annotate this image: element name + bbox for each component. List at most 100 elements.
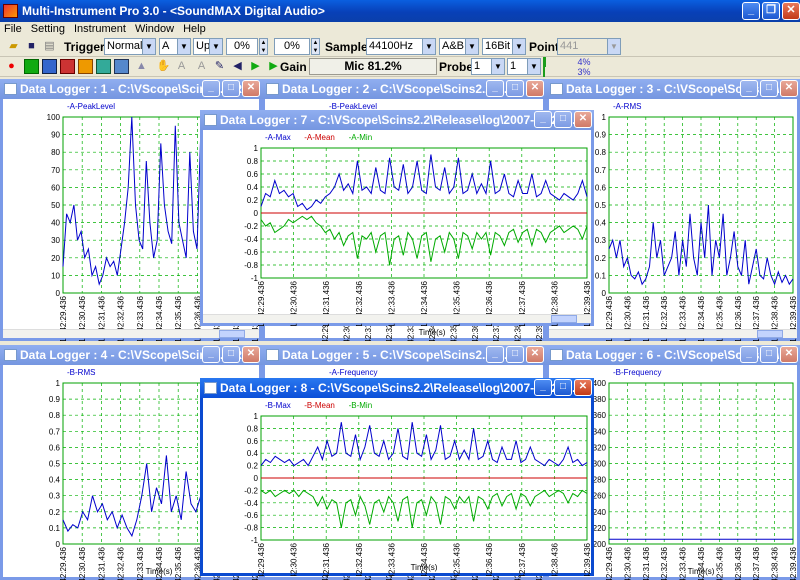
y-tick-label: -0.8 <box>244 524 258 533</box>
data-logger-window-8[interactable]: Data Logger : 8 - C:\VScope\Scins2.2\Rel… <box>200 378 594 576</box>
data-logger-icon[interactable] <box>96 59 111 74</box>
y-tick-label: 0.7 <box>49 427 61 436</box>
probe-b-select[interactable]: 1 ▼ <box>507 58 541 75</box>
x-tick-label: 19:42:32.436 <box>660 546 669 580</box>
scrollbar-thumb[interactable] <box>551 315 577 323</box>
x-tick-label: 19:42:30.436 <box>623 546 632 580</box>
horizontal-scrollbar[interactable] <box>549 329 797 338</box>
legend-item: -A-RMS <box>613 102 641 111</box>
window-minimize-button[interactable]: _ <box>486 346 504 363</box>
window-maximize-button[interactable]: □ <box>222 80 240 97</box>
chevron-down-icon: ▼ <box>422 39 435 54</box>
text-a-icon[interactable]: A <box>174 59 189 74</box>
window-close-button[interactable]: ✕ <box>526 346 544 363</box>
window-title-bar[interactable]: Data Logger : 8 - C:\VScope\Scins2.2\Rel… <box>200 378 594 398</box>
save-icon[interactable]: ■ <box>24 39 39 54</box>
window-maximize-button[interactable]: □ <box>506 80 524 97</box>
window-title-bar[interactable]: Data Logger : 1 - C:\VScope\Scins2.2\R..… <box>0 79 262 99</box>
window-minimize-button[interactable]: _ <box>486 80 504 97</box>
window-title-bar[interactable]: Data Logger : 3 - C:\VScope\Scins2.2\R..… <box>546 79 800 99</box>
window-close-button[interactable]: ✕ <box>242 80 260 97</box>
speaker-icon[interactable]: ◀ <box>230 59 245 74</box>
app-title-bar[interactable]: Multi-Instrument Pro 3.0 - <SoundMAX Dig… <box>0 0 800 22</box>
window-maximize-button[interactable]: □ <box>760 346 778 363</box>
window-minimize-button[interactable]: _ <box>202 80 220 97</box>
window-minimize-button[interactable]: _ <box>534 379 552 396</box>
window-title-bar[interactable]: Data Logger : 6 - C:\VScope\Scins2.2\R..… <box>546 345 800 365</box>
gain-label: Gain <box>280 60 307 74</box>
window-title-bar[interactable]: Data Logger : 5 - C:\VScope\Scins2.2\R..… <box>262 345 546 365</box>
calibration-icon[interactable] <box>114 59 129 74</box>
window-maximize-button[interactable]: □ <box>506 346 524 363</box>
close-button[interactable]: ✕ <box>782 2 800 20</box>
menu-file[interactable]: File <box>0 22 27 35</box>
chart-icon <box>550 349 563 361</box>
text-b-icon[interactable]: A <box>194 59 209 74</box>
open-folder-icon[interactable]: ▰ <box>6 39 21 54</box>
window-title-bar[interactable]: Data Logger : 4 - C:\VScope\Scins2.2\R..… <box>0 345 262 365</box>
signal-generator-icon[interactable] <box>78 59 93 74</box>
wrench-icon[interactable]: ✎ <box>212 59 227 74</box>
horizontal-scrollbar[interactable] <box>203 314 591 323</box>
window-maximize-button[interactable]: □ <box>554 111 572 128</box>
menu-help[interactable]: Help <box>179 22 211 35</box>
window-minimize-button[interactable]: _ <box>534 111 552 128</box>
y-tick-label: 60 <box>51 183 60 192</box>
menu-window[interactable]: Window <box>131 22 179 35</box>
record-icon[interactable]: ● <box>4 59 19 74</box>
data-logger-window-7[interactable]: Data Logger : 7 - C:\VScope\Scins2.2\Rel… <box>200 110 594 326</box>
oscilloscope-icon[interactable] <box>24 59 39 74</box>
menu-setting[interactable]: Setting <box>27 22 70 35</box>
trigger-delay-input[interactable]: 0% <box>274 38 310 55</box>
trigger-edge-value: Up <box>196 40 211 52</box>
window-maximize-button[interactable]: □ <box>760 80 778 97</box>
window-close-button[interactable]: ✕ <box>574 111 592 128</box>
x-tick-label: 19:42:33.436 <box>387 542 396 576</box>
trigger-edge-select[interactable]: Up ▼ <box>193 38 223 55</box>
window-close-button[interactable]: ✕ <box>780 346 798 363</box>
y-tick-label: -0.8 <box>244 261 258 270</box>
window-maximize-button[interactable]: □ <box>222 346 240 363</box>
x-tick-label: 19:42:29.436 <box>59 546 68 580</box>
play-icon[interactable]: ▶ <box>248 59 263 74</box>
device-icon[interactable]: ▲ <box>134 59 149 74</box>
probe-a-select[interactable]: 1 ▼ <box>471 58 505 75</box>
window-title-bar[interactable]: Data Logger : 2 - C:\VScope\Scins2.2\R..… <box>262 79 546 99</box>
menu-instrument[interactable]: Instrument <box>70 22 131 35</box>
window-close-button[interactable]: ✕ <box>574 379 592 396</box>
trigger-mode-select[interactable]: Normal ▼ <box>104 38 156 55</box>
play-step-icon[interactable]: ▶ <box>266 59 281 74</box>
print-icon[interactable]: ▤ <box>42 39 57 54</box>
probe-b-value: 1 <box>510 60 517 72</box>
trigger-level-spinner[interactable]: ▲ ▼ <box>259 38 268 55</box>
legend-item: -A-Min <box>349 133 373 142</box>
window-minimize-button[interactable]: _ <box>740 346 758 363</box>
hand-icon[interactable]: ✋ <box>156 59 171 74</box>
bits-select[interactable]: 16Bit ▼ <box>482 38 526 55</box>
trigger-level-input[interactable]: 0% <box>226 38 258 55</box>
trigger-delay-spinner[interactable]: ▲ ▼ <box>311 38 320 55</box>
point-select[interactable]: 441 ▼ <box>557 38 621 55</box>
channels-select[interactable]: A&B ▼ <box>439 38 479 55</box>
window-close-button[interactable]: ✕ <box>526 80 544 97</box>
horizontal-scrollbar[interactable] <box>3 329 259 338</box>
window-maximize-button[interactable]: □ <box>554 379 572 396</box>
sample-rate-select[interactable]: 44100Hz ▼ <box>366 38 436 55</box>
toolbar-main: ▰ ■ ▤ Trigger Normal ▼ A ▼ Up ▼ 0% ▲ ▼ 0% ▲ ▼… <box>0 37 800 57</box>
window-minimize-button[interactable]: _ <box>202 346 220 363</box>
window-close-button[interactable]: ✕ <box>242 346 260 363</box>
multimeter-icon[interactable] <box>60 59 75 74</box>
input-source-display[interactable]: Mic 81.2% <box>309 58 437 75</box>
spectrum-analyzer-icon[interactable] <box>42 59 57 74</box>
window-minimize-button[interactable]: _ <box>740 80 758 97</box>
restore-button[interactable]: ❐ <box>762 2 780 20</box>
scrollbar-thumb[interactable] <box>219 330 245 338</box>
scrollbar-thumb[interactable] <box>757 330 783 338</box>
legend-item: -A-Mean <box>304 133 335 142</box>
trigger-channel-select[interactable]: A ▼ <box>159 38 191 55</box>
y-tick-label: 0.6 <box>247 170 259 179</box>
window-title-bar[interactable]: Data Logger : 7 - C:\VScope\Scins2.2\Rel… <box>200 110 594 130</box>
minimize-button[interactable]: _ <box>742 2 760 20</box>
x-tick-label: 19:42:35.436 <box>715 546 724 580</box>
window-close-button[interactable]: ✕ <box>780 80 798 97</box>
